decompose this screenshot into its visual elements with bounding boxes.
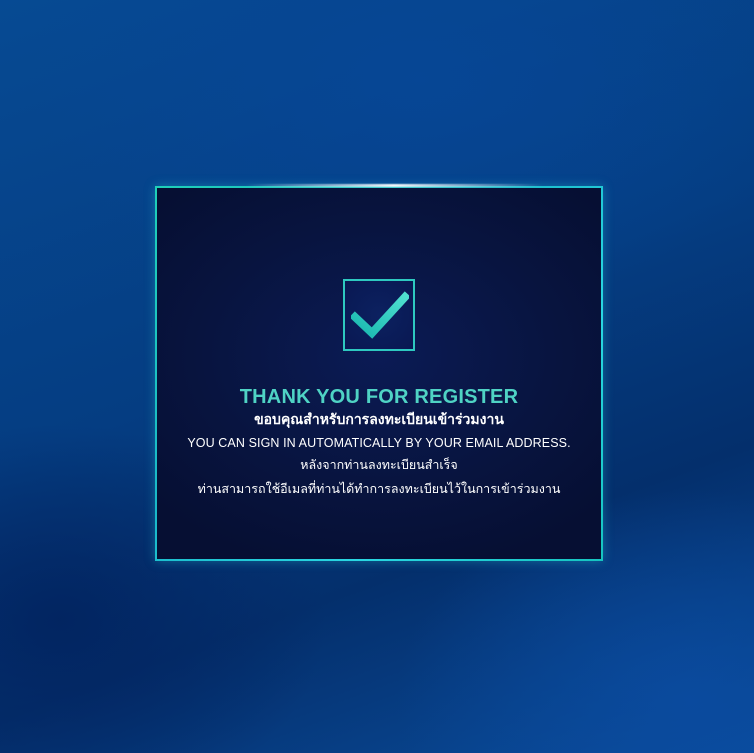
dialog-content: THANK YOU FOR REGISTER ขอบคุณสำหรับการลง…: [157, 385, 601, 501]
border-highlight: [245, 184, 543, 187]
checkmark-icon: [351, 291, 409, 339]
message-thai-line-1: หลังจากท่านลงทะเบียนสำเร็จ: [300, 457, 458, 472]
message-english: YOU CAN SIGN IN AUTOMATICALLY BY YOUR EM…: [187, 436, 571, 450]
confirmation-dialog: THANK YOU FOR REGISTER ขอบคุณสำหรับการลง…: [157, 188, 601, 559]
dialog-title: THANK YOU FOR REGISTER: [239, 386, 519, 408]
message-thai-line-2: ท่านสามารถใช้อีเมลที่ท่านได้ทำการลงทะเบี…: [197, 481, 561, 496]
success-badge: [343, 279, 415, 351]
dialog-subtitle-thai: ขอบคุณสำหรับการลงทะเบียนเข้าร่วมงาน: [254, 412, 504, 428]
confirmation-dialog-border: THANK YOU FOR REGISTER ขอบคุณสำหรับการลง…: [155, 184, 603, 561]
